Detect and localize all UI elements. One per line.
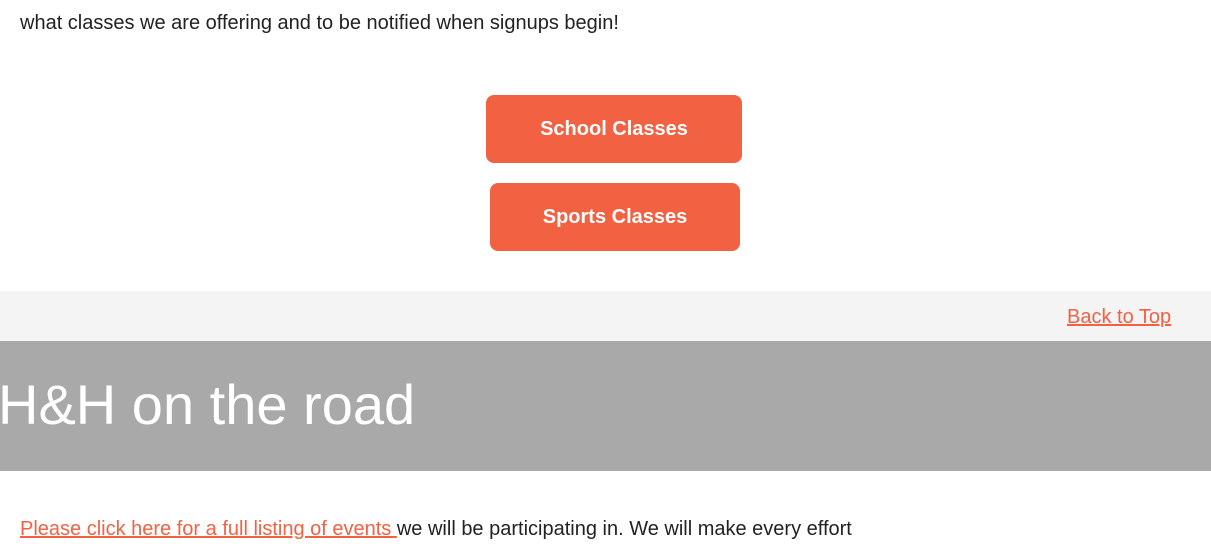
- events-paragraph: Please click here for a full listing of …: [20, 514, 852, 544]
- events-paragraph-text: we will be participating in. We will mak…: [396, 518, 852, 540]
- page: what classes we are offering and to be n…: [0, 0, 1211, 544]
- sports-classes-button[interactable]: Sports Classes: [490, 183, 740, 251]
- events-listing-link[interactable]: Please click here for a full listing of …: [20, 518, 397, 540]
- back-to-top-link[interactable]: Back to Top: [1067, 304, 1171, 330]
- intro-paragraph: what classes we are offering and to be n…: [20, 12, 619, 34]
- back-to-top-bar: Back to Top: [0, 291, 1211, 341]
- school-classes-button[interactable]: School Classes: [486, 95, 742, 163]
- section-header: H&H on the road: [0, 341, 1211, 471]
- section-title: H&H on the road: [0, 373, 416, 436]
